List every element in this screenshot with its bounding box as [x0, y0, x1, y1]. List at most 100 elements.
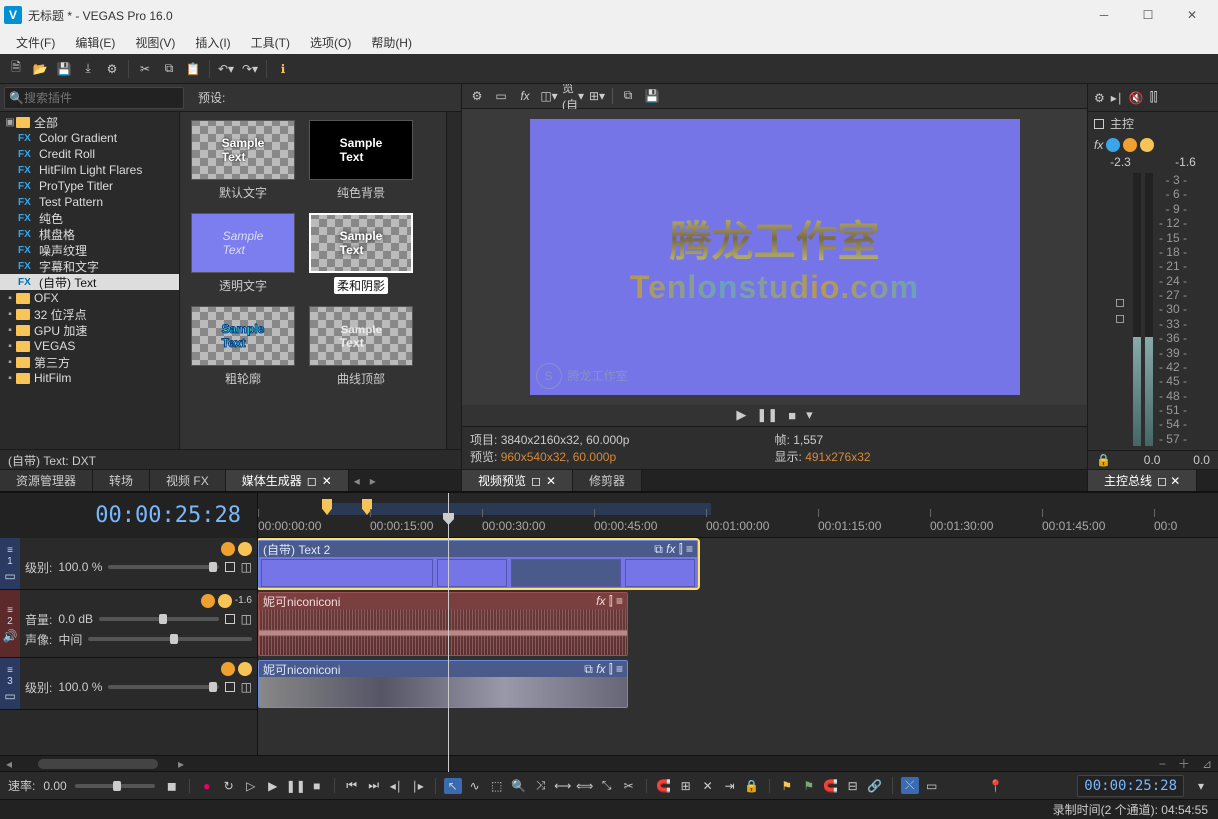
paste-icon[interactable]: 📋 — [183, 59, 203, 79]
video-clip-text[interactable]: (自带) Text 2⧉ fx ⫿ ≡ — [258, 540, 698, 588]
help-icon[interactable]: ℹ — [273, 59, 293, 79]
preview-quality-dropdown[interactable]: 预览(自动) ▾ — [564, 87, 582, 105]
marker-icon[interactable]: ⚑ — [778, 779, 796, 793]
envelope-icon[interactable]: ∿ — [466, 779, 484, 793]
save-icon[interactable]: 💾 — [54, 59, 74, 79]
quantize-icon[interactable]: ⊞ — [677, 779, 695, 793]
next-frame-icon[interactable]: ∣▸ — [409, 779, 427, 793]
snap-icon[interactable]: 🧲 — [655, 779, 673, 793]
ignore-group-icon[interactable]: ⊟ — [844, 779, 862, 793]
insert-fx-icon[interactable]: fx — [1094, 138, 1103, 152]
playhead[interactable] — [448, 493, 449, 772]
mute-icon[interactable] — [221, 542, 235, 556]
plugin-search[interactable]: 🔍 — [4, 87, 184, 109]
autoripple-icon[interactable]: ⇥ — [721, 779, 739, 793]
menu-file[interactable]: 文件(F) — [6, 32, 65, 53]
track-area[interactable]: (自带) Text 2⧉ fx ⫿ ≡ 妮可niconiconifx ⫿ ≡ 妮… — [258, 538, 1218, 755]
zoom-in-icon[interactable]: ＋ — [1172, 755, 1196, 772]
solo-icon[interactable] — [1140, 138, 1154, 152]
split-screen-icon[interactable]: ◫▾ — [540, 87, 558, 105]
crossfade-icon[interactable]: ⤬ — [901, 777, 919, 794]
tree-item-selected[interactable]: FX(自带) Text — [0, 274, 179, 290]
tab-media-generators[interactable]: 媒体生成器 ◻✕ — [226, 470, 349, 491]
track-header-3[interactable]: ≡3▭ 级别:100.0 %◫ — [0, 658, 257, 710]
close-tab-icon[interactable]: ✕ — [322, 474, 332, 488]
video-clip[interactable]: 妮可niconiconi⧉ fx ⫿ ≡ — [258, 660, 628, 708]
level-slider[interactable] — [108, 685, 218, 689]
preset-item[interactable]: SampleText透明文字 — [188, 213, 298, 294]
zoom-out-icon[interactable]: − — [1153, 757, 1172, 771]
track-header-2[interactable]: ≡2🔊 -1.6 音量:0.0 dB◫ 声像:中间 — [0, 590, 257, 658]
tab-transitions[interactable]: 转场 — [93, 470, 150, 491]
timeline-ruler[interactable]: 00:00:00:0000:00:15:0000:00:30:0000:00:4… — [258, 493, 1218, 538]
tree-item[interactable]: FXTest Pattern — [0, 194, 179, 210]
selection-icon[interactable]: ⬚ — [488, 779, 506, 793]
maximize-button[interactable]: ☐ — [1126, 0, 1170, 30]
tab-master-bus[interactable]: 主控总线 ◻ ✕ — [1088, 470, 1197, 491]
search-input[interactable] — [24, 91, 179, 105]
minimize-button[interactable]: ─ — [1082, 0, 1126, 30]
tree-item[interactable]: FX棋盘格 — [0, 226, 179, 242]
menu-insert[interactable]: 插入(I) — [185, 32, 240, 53]
stop-icon[interactable]: ■ — [308, 779, 326, 793]
tree-item[interactable]: FX噪声纹理 — [0, 242, 179, 258]
tree-item[interactable]: FX纯色 — [0, 210, 179, 226]
video-fx-icon[interactable]: fx — [516, 87, 534, 105]
preset-item[interactable]: SampleText默认文字 — [188, 120, 298, 201]
volume-slider[interactable] — [99, 617, 219, 621]
dim-icon[interactable]: 🔇 — [1129, 91, 1144, 105]
mixer-faders-icon[interactable]: ⫿⫿ — [1150, 90, 1158, 105]
undo-icon[interactable]: ↶▾ — [216, 59, 236, 79]
scroll-left-icon[interactable]: ◂ — [0, 757, 18, 771]
overlays-icon[interactable]: ⊞▾ — [588, 87, 606, 105]
tree-root-all[interactable]: ▣全部 — [0, 114, 179, 130]
tree-folder[interactable]: ▪OFX — [0, 290, 179, 306]
pause-icon[interactable]: ❚❚ — [756, 407, 778, 423]
open-icon[interactable]: 📂 — [30, 59, 50, 79]
plugin-tree[interactable]: ▣全部 FXColor Gradient FXCredit Roll FXHit… — [0, 112, 180, 449]
tab-video-preview[interactable]: 视频预览 ◻✕ — [462, 470, 573, 491]
mixer-props-icon[interactable]: ⚙ — [1094, 91, 1105, 105]
mute-icon[interactable] — [1123, 138, 1137, 152]
menu-options[interactable]: 选项(O) — [300, 32, 361, 53]
properties-icon[interactable]: ⚙ — [102, 59, 122, 79]
tab-video-fx[interactable]: 视频 FX — [150, 470, 226, 491]
preset-item[interactable]: SampleText纯色背景 — [306, 120, 416, 201]
snap-magnet-icon[interactable]: 🧲 — [822, 779, 840, 793]
scroll-right-icon[interactable]: ▸ — [178, 757, 184, 771]
master-expand-icon[interactable] — [1094, 119, 1104, 129]
cut-icon[interactable]: ✂ — [135, 59, 155, 79]
save-snapshot-icon[interactable]: 💾 — [643, 87, 661, 105]
project-props-icon[interactable]: ⚙ — [468, 87, 486, 105]
lock-icon[interactable]: 🔒 — [1096, 453, 1111, 467]
preset-item[interactable]: SampleText曲线顶部 — [306, 306, 416, 387]
stop-icon[interactable]: ■ — [788, 408, 796, 423]
timeline-h-scrollbar[interactable] — [38, 759, 158, 769]
loop-icon[interactable]: ↻ — [220, 779, 238, 793]
menu-view[interactable]: 视图(V) — [125, 32, 185, 53]
copy-icon[interactable]: ⧉ — [159, 59, 179, 79]
copy-snapshot-icon[interactable]: ⧉ — [619, 87, 637, 105]
tab-explorer[interactable]: 资源管理器 — [0, 470, 93, 491]
tree-item[interactable]: FXProType Titler — [0, 178, 179, 194]
level-slider[interactable] — [108, 565, 218, 569]
external-monitor-icon[interactable]: ▭ — [492, 87, 510, 105]
preset-item[interactable]: SampleText粗轮廓 — [188, 306, 298, 387]
menu-tools[interactable]: 工具(T) — [241, 32, 300, 53]
zoom-icon[interactable]: 🔍 — [510, 779, 528, 793]
redo-icon[interactable]: ↷▾ — [240, 59, 260, 79]
menu-help[interactable]: 帮助(H) — [361, 32, 422, 53]
options-icon[interactable]: ▾ — [806, 407, 813, 423]
tabs-left-arrow[interactable]: ◂ — [349, 470, 365, 491]
master-meter[interactable]: ◻◻ - 3 -- 6 -- 9 -- 12 -- 15 -- 18 -- 21… — [1088, 169, 1218, 450]
tree-folder[interactable]: ▪GPU 加速 — [0, 322, 179, 338]
solo-icon[interactable] — [238, 542, 252, 556]
rate-slider[interactable] — [75, 784, 155, 788]
loop-region[interactable] — [326, 503, 711, 515]
play-icon[interactable]: ▶ — [264, 779, 282, 793]
autocross-icon[interactable]: ✕ — [699, 779, 717, 793]
lock-env-icon[interactable]: 🔒 — [743, 779, 761, 793]
go-end-icon[interactable]: ⏭ — [365, 778, 383, 793]
tree-folder[interactable]: ▪32 位浮点 — [0, 306, 179, 322]
render-icon[interactable]: ⤓ — [78, 59, 98, 79]
